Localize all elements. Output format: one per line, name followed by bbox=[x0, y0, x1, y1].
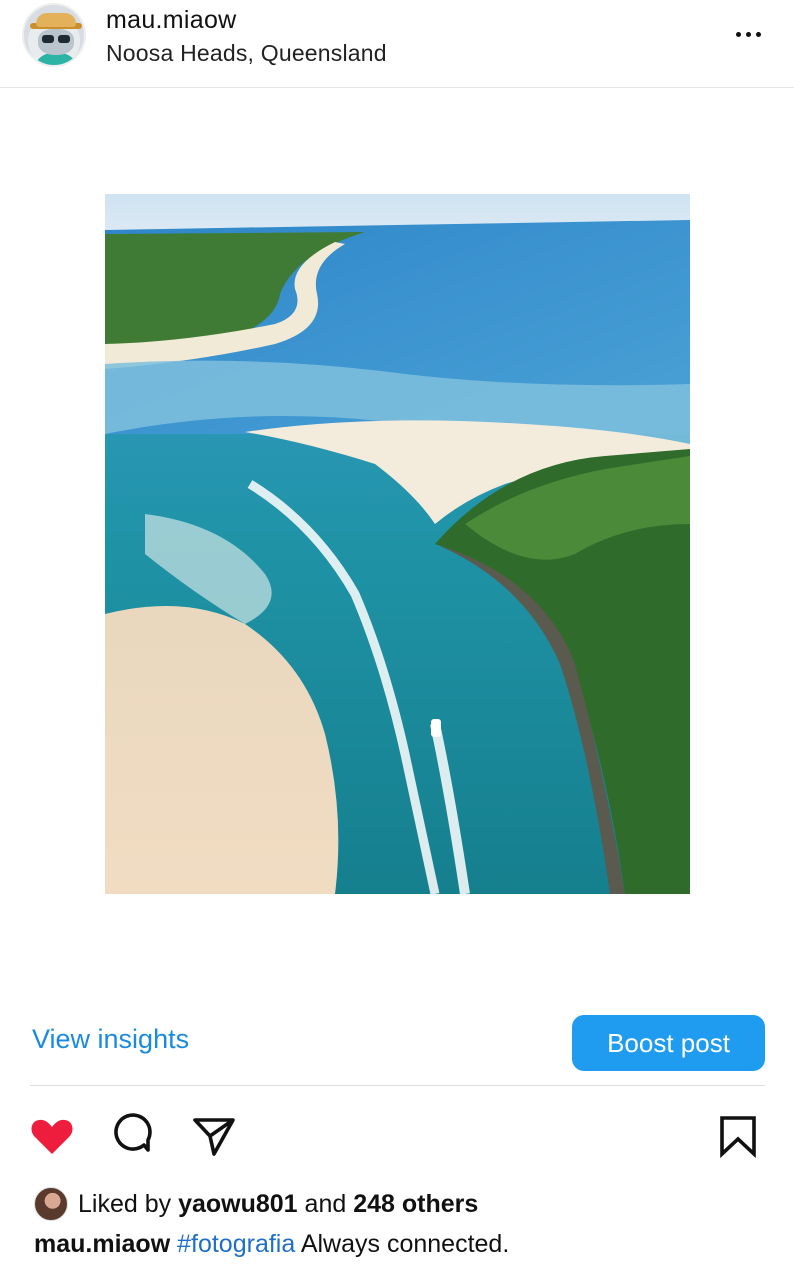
post-caption: mau.miaow #fotografia Always connected. bbox=[34, 1230, 509, 1259]
post-header: mau.miaow Noosa Heads, Queensland bbox=[0, 0, 794, 88]
liker-username[interactable]: yaowu801 bbox=[178, 1190, 298, 1219]
likes-joiner: and bbox=[304, 1189, 347, 1218]
bookmark-icon[interactable] bbox=[714, 1112, 762, 1160]
post-location[interactable]: Noosa Heads, Queensland bbox=[106, 40, 387, 67]
post-username[interactable]: mau.miaow bbox=[106, 6, 237, 35]
likes-summary[interactable]: Liked by yaowu801 and 248 others bbox=[34, 1186, 478, 1222]
heart-filled-icon[interactable] bbox=[28, 1112, 76, 1160]
likes-prefix: Liked by bbox=[78, 1189, 172, 1218]
caption-text: Always connected. bbox=[300, 1230, 510, 1258]
send-icon[interactable] bbox=[190, 1112, 238, 1160]
caption-hashtag[interactable]: #fotografia bbox=[177, 1230, 295, 1258]
aerial-beach-image bbox=[105, 194, 690, 894]
caption-username[interactable]: mau.miaow bbox=[34, 1230, 170, 1258]
view-insights-link[interactable]: View insights bbox=[32, 1024, 189, 1055]
likes-others[interactable]: 248 others bbox=[353, 1190, 478, 1219]
comment-icon[interactable] bbox=[110, 1112, 158, 1160]
boost-post-button[interactable]: Boost post bbox=[572, 1015, 765, 1071]
more-options-icon[interactable] bbox=[730, 22, 770, 46]
profile-avatar[interactable] bbox=[22, 3, 86, 67]
divider bbox=[30, 1085, 765, 1086]
post-photo[interactable] bbox=[105, 194, 690, 894]
liker-avatar bbox=[34, 1187, 68, 1221]
